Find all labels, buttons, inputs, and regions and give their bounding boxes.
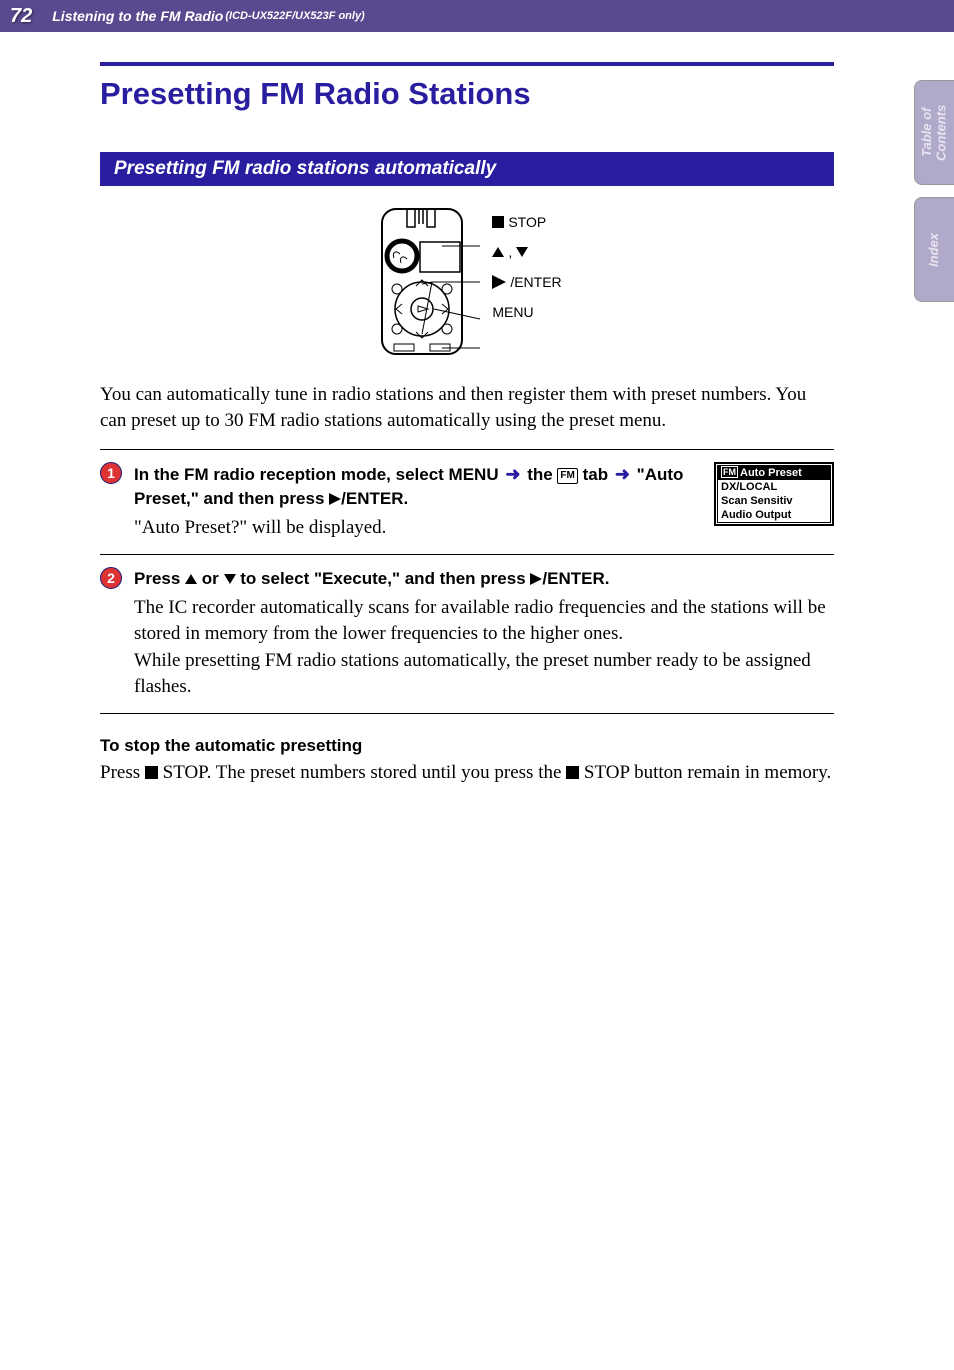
label-enter: /ENTER <box>492 274 561 290</box>
device-diagram-icon <box>372 204 482 364</box>
up-icon <box>492 247 504 257</box>
arrow-right-icon: ➜ <box>503 464 522 484</box>
stop-icon <box>566 766 579 779</box>
arrow-right-icon: ➜ <box>613 464 632 484</box>
down-icon <box>224 574 236 584</box>
side-tabs: Table of Contents Index <box>914 80 954 314</box>
menu-item-selected: FMAuto Preset <box>718 466 830 480</box>
stop-text: Press STOP. The preset numbers stored un… <box>100 760 834 787</box>
section-bar: Presetting FM radio stations automatical… <box>100 152 834 186</box>
play-icon <box>530 573 542 585</box>
divider <box>100 713 834 714</box>
header-subtitle: (ICD-UX522F/UX523F only) <box>225 10 364 22</box>
tab-toc-label: Table of Contents <box>920 81 949 184</box>
label-menu: MENU <box>492 304 561 320</box>
step-2-title: Press or to select "Execute," and then p… <box>134 567 834 591</box>
menu-item: DX/LOCAL <box>718 480 830 494</box>
tab-index-label: Index <box>927 233 941 267</box>
menu-screenshot: FMAuto Preset DX/LOCAL Scan Sensitiv Aud… <box>714 462 834 526</box>
header-bar: 72 Listening to the FM Radio (ICD-UX522F… <box>0 0 954 32</box>
stop-icon <box>145 766 158 779</box>
step-1-title: In the FM radio reception mode, select M… <box>134 462 692 511</box>
step-2-text: The IC recorder automatically scans for … <box>134 595 834 701</box>
label-stop: STOP <box>492 214 561 230</box>
step-2: 2 Press or to select "Execute," and then… <box>100 555 834 713</box>
down-icon <box>516 247 528 257</box>
device-figure: STOP , /ENTER MENU <box>100 204 834 364</box>
page-number: 72 <box>10 5 32 28</box>
divider-top <box>100 62 834 66</box>
stop-heading: To stop the automatic presetting <box>100 736 834 756</box>
stop-icon <box>492 216 504 228</box>
up-icon <box>185 574 197 584</box>
menu-item: Scan Sensitiv <box>718 494 830 508</box>
intro-text: You can automatically tune in radio stat… <box>100 382 834 433</box>
page-title: Presetting FM Radio Stations <box>100 76 834 112</box>
menu-item: Audio Output <box>718 508 830 522</box>
step-1: 1 In the FM radio reception mode, select… <box>100 450 834 554</box>
step-bullet-icon: 1 <box>100 462 122 484</box>
play-icon <box>492 275 506 289</box>
step-bullet-icon: 2 <box>100 567 122 589</box>
fm-tab-icon: FM <box>557 468 577 484</box>
step-1-text: "Auto Preset?" will be displayed. <box>134 515 692 542</box>
play-icon <box>329 493 341 505</box>
tab-index[interactable]: Index <box>914 197 954 302</box>
tab-toc[interactable]: Table of Contents <box>914 80 954 185</box>
header-title: Listening to the FM Radio <box>52 8 223 24</box>
content: Presetting FM Radio Stations Presetting … <box>0 32 954 787</box>
label-updown: , <box>492 244 561 260</box>
